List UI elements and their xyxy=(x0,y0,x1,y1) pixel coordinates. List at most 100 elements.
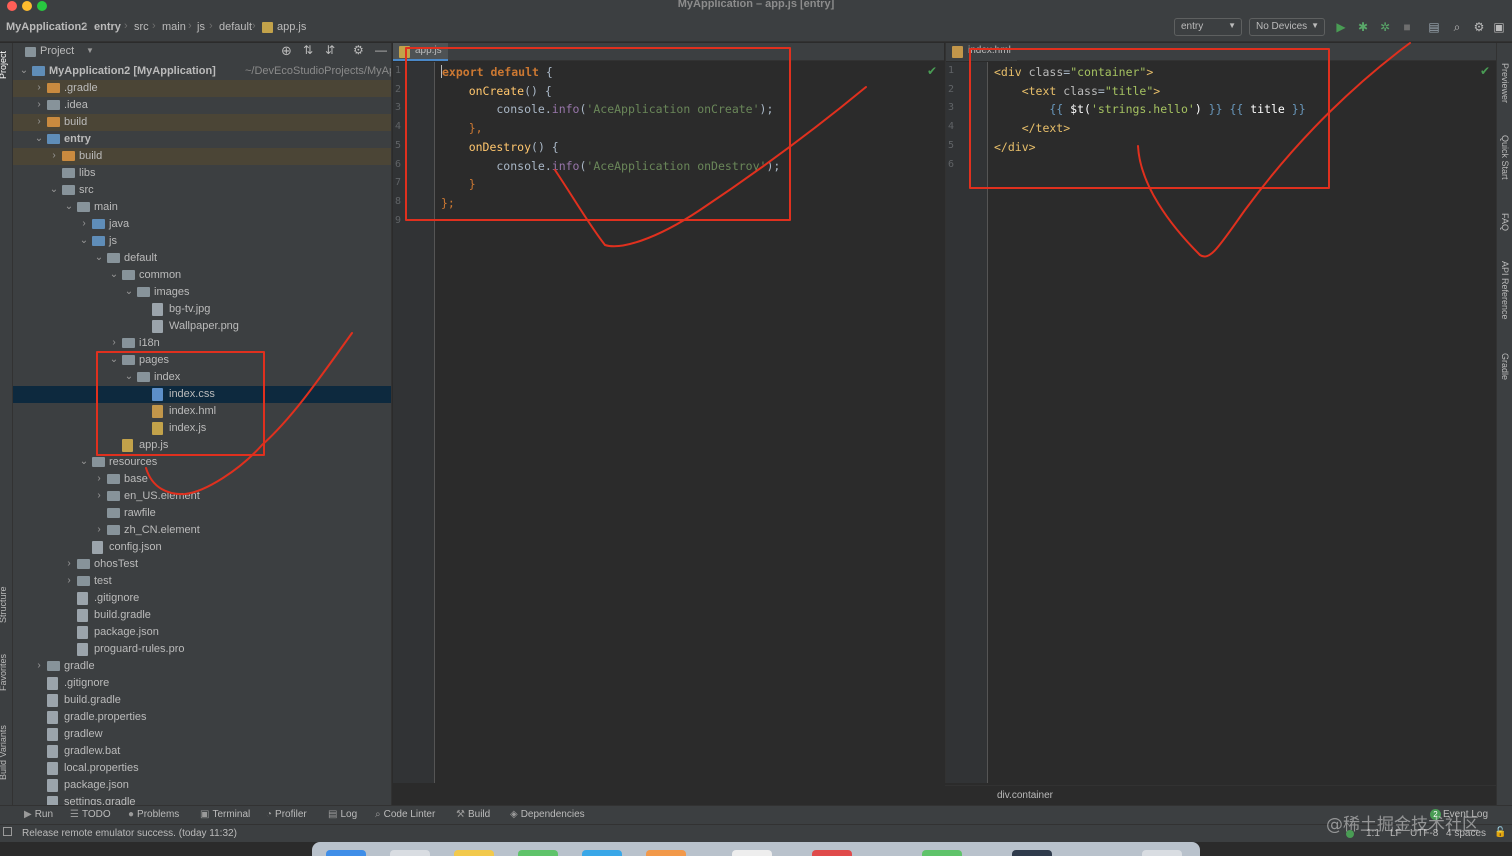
tree-item[interactable]: gradlew.bat xyxy=(13,743,391,760)
tree-item[interactable]: ⌄ index xyxy=(13,369,391,386)
project-structure-icon[interactable]: ▤ xyxy=(1427,20,1441,34)
tree-item[interactable]: › base xyxy=(13,471,391,488)
tree-item[interactable]: ⌄ images xyxy=(13,284,391,301)
tree-item[interactable]: › i18n xyxy=(13,335,391,352)
tree-item[interactable]: gradle.properties xyxy=(13,709,391,726)
code-line[interactable]: </div> xyxy=(994,140,1036,154)
tree-item[interactable]: › build xyxy=(13,148,391,165)
tool-window-log[interactable]: ▤ Log xyxy=(328,809,357,820)
breadcrumb-main[interactable]: main xyxy=(162,21,186,33)
tree-item[interactable]: bg-tv.jpg xyxy=(13,301,391,318)
project-panel-title[interactable]: Project xyxy=(40,45,74,57)
chevron-down-icon[interactable]: ⌄ xyxy=(94,252,104,263)
debug-icon[interactable]: ✱ xyxy=(1356,20,1370,34)
code-line[interactable]: <text class="title"> xyxy=(994,84,1161,98)
chevron-down-icon[interactable]: ⌄ xyxy=(64,201,74,212)
chevron-down-icon[interactable]: ⌄ xyxy=(109,354,119,365)
breadcrumb-project[interactable]: MyApplication2 xyxy=(6,21,87,33)
chevron-right-icon[interactable]: › xyxy=(109,337,119,348)
code-line[interactable]: onDestroy() { xyxy=(441,140,559,154)
tree-item[interactable]: ⌄ pages xyxy=(13,352,391,369)
tree-item[interactable]: ⌄ default xyxy=(13,250,391,267)
status-toggle-icon[interactable] xyxy=(3,827,12,836)
tree-item[interactable]: › zh_CN.element xyxy=(13,522,391,539)
chevron-right-icon[interactable]: › xyxy=(94,473,104,484)
tree-item[interactable]: › gradle xyxy=(13,658,391,675)
chevron-right-icon[interactable]: › xyxy=(49,150,59,161)
chevron-right-icon[interactable]: › xyxy=(64,558,74,569)
tool-window-todo[interactable]: ☰ TODO xyxy=(70,809,111,820)
chevron-down-icon[interactable]: ⌄ xyxy=(49,184,59,195)
tree-item[interactable]: ⌄ entry xyxy=(13,131,391,148)
breadcrumb-default[interactable]: default xyxy=(219,21,252,33)
tree-item[interactable]: proguard-rules.pro xyxy=(13,641,391,658)
tree-item[interactable]: ⌄ js xyxy=(13,233,391,250)
tree-item[interactable]: ⌄ MyApplication2 [MyApplication] ~/DevEcoS… xyxy=(13,63,391,80)
tree-item[interactable]: › ohosTest xyxy=(13,556,391,573)
code-line[interactable]: <div class="container"> xyxy=(994,65,1153,79)
tree-item[interactable]: app.js xyxy=(13,437,391,454)
tree-item[interactable]: package.json xyxy=(13,624,391,641)
expand-all-icon[interactable]: ⇅ xyxy=(303,43,313,57)
code-line[interactable]: console.info('AceApplication onCreate'); xyxy=(441,102,773,116)
chevron-right-icon[interactable]: › xyxy=(34,99,44,110)
quick-start-tool-tab[interactable]: Quick Start xyxy=(1500,135,1510,180)
tree-item[interactable]: Wallpaper.png xyxy=(13,318,391,335)
status-message[interactable]: Release remote emulator success. (today … xyxy=(22,828,237,839)
favorites-tool-tab[interactable]: Favorites xyxy=(0,654,8,691)
code-line[interactable]: }; xyxy=(441,196,455,210)
run-configuration-select[interactable]: entry ▼ xyxy=(1174,18,1242,36)
dock-app-icon[interactable] xyxy=(646,850,686,856)
settings-icon[interactable]: ⚙ xyxy=(1472,20,1486,34)
chevron-down-icon[interactable]: ⌄ xyxy=(124,371,134,382)
gear-icon[interactable]: ⚙ xyxy=(353,43,364,57)
dock-app-icon[interactable] xyxy=(812,850,852,856)
tool-window-build[interactable]: ⚒ Build xyxy=(456,809,490,820)
project-tool-tab[interactable]: Project xyxy=(0,51,8,79)
chevron-down-icon[interactable]: ⌄ xyxy=(79,235,89,246)
code-line[interactable]: console.info('AceApplication onDestroy')… xyxy=(441,159,780,173)
build-variants-tool-tab[interactable]: Build Variants xyxy=(0,725,8,780)
chevron-right-icon[interactable]: › xyxy=(94,524,104,535)
dock-app-icon[interactable] xyxy=(922,850,962,856)
dock-app-icon[interactable] xyxy=(1012,850,1052,856)
tree-item[interactable]: ⌄ resources xyxy=(13,454,391,471)
editor-tab-index-hml[interactable]: index.hml xyxy=(946,43,1017,61)
dock-app-icon[interactable] xyxy=(390,850,430,856)
attach-debugger-icon[interactable]: ✲ xyxy=(1378,20,1392,34)
chevron-down-icon[interactable]: ⌄ xyxy=(124,286,134,297)
tree-item[interactable]: .gitignore xyxy=(13,675,391,692)
editor-app-js[interactable]: app.js 1 2 3 4 5 6 7 8 9 export default { onCrea… xyxy=(393,43,944,783)
dock-app-icon[interactable] xyxy=(518,850,558,856)
tree-item[interactable]: › en_US.element xyxy=(13,488,391,505)
tree-item[interactable]: ⌄ src xyxy=(13,182,391,199)
tool-window-dependencies[interactable]: ◈ Dependencies xyxy=(510,809,585,820)
tree-item[interactable]: › .gradle xyxy=(13,80,391,97)
dock-app-icon[interactable] xyxy=(582,850,622,856)
structure-tool-tab[interactable]: Structure xyxy=(0,586,8,623)
chevron-right-icon[interactable]: › xyxy=(94,490,104,501)
tree-item[interactable]: .gitignore xyxy=(13,590,391,607)
hide-panel-icon[interactable]: — xyxy=(375,43,387,57)
code-line[interactable]: {{ $t('strings.hello') }} {{ title }} xyxy=(994,102,1305,116)
chevron-right-icon[interactable]: › xyxy=(34,82,44,93)
tool-window-profiler[interactable]: ◔ Profiler xyxy=(266,809,307,820)
breadcrumb-app-js[interactable]: app.js xyxy=(277,21,306,33)
breadcrumb-src[interactable]: src xyxy=(134,21,149,33)
tool-window-problems[interactable]: ● Problems xyxy=(128,809,179,820)
tree-item[interactable]: rawfile xyxy=(13,505,391,522)
tree-item[interactable]: › .idea xyxy=(13,97,391,114)
chevron-down-icon[interactable]: ⌄ xyxy=(109,269,119,280)
tree-item[interactable]: settings.gradle xyxy=(13,794,391,805)
tree-item[interactable]: › test xyxy=(13,573,391,590)
dock-app-icon[interactable] xyxy=(326,850,366,856)
lock-icon[interactable]: 🔓 xyxy=(1494,827,1506,838)
tool-window-terminal[interactable]: ▣ Terminal xyxy=(200,809,250,820)
code-line[interactable]: </text> xyxy=(994,121,1070,135)
locate-file-icon[interactable]: ⊕ xyxy=(281,43,292,59)
gradle-tool-tab[interactable]: Gradle xyxy=(1500,353,1510,380)
previewer-tool-tab[interactable]: Previewer xyxy=(1500,63,1510,103)
tree-item[interactable]: gradlew xyxy=(13,726,391,743)
tree-item[interactable]: config.json xyxy=(13,539,391,556)
search-icon[interactable]: ⌕ xyxy=(1450,20,1464,34)
